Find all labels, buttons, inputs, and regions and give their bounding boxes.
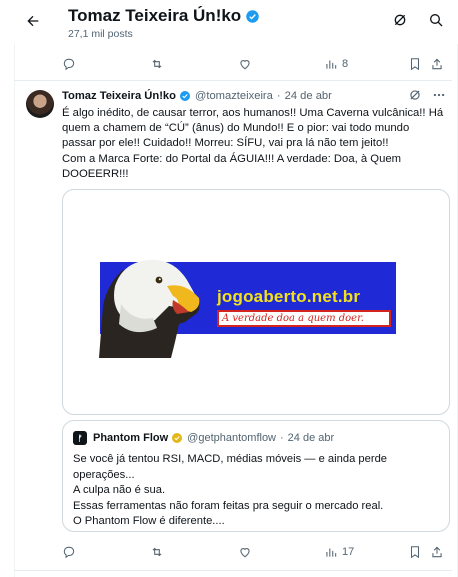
tweet-header: Tomaz Teixeira Ún!ko @tomazteixeira · 24… [62,90,332,102]
verified-badge-icon [246,9,259,23]
tweet-date[interactable]: 24 de abr [285,90,332,102]
retweet-icon [152,59,162,69]
reply-icon [63,546,75,559]
reply-icon [63,58,75,71]
tweet-text-line: Com a Marca Forte: do Portal da ÁGUIA!!!… [62,152,402,165]
meta-separator: · [276,90,281,102]
views-count: 8 [342,58,349,70]
tweet-image[interactable]: jogoaberto.net.br A verdade doa a quem d… [62,189,450,415]
grok-icon[interactable] [408,88,422,107]
tweet-text: É algo inédito, de causar terror, aos hu… [62,106,452,182]
reply-button[interactable] [62,57,150,71]
views-button[interactable]: 8 [324,57,408,71]
share-icon [432,58,442,70]
phantom-flow-logo-icon: ᚠ [73,431,87,445]
site-url-text: jogoaberto.net.br [217,287,361,306]
quoted-text-line: operações... [73,468,135,481]
tweet-text-line: DOOEERR!!! [62,167,129,180]
header-title: Tomaz Teixeira Ún!ko [68,6,260,26]
bookmark-button[interactable] [408,545,430,559]
avatar[interactable] [26,90,54,118]
gold-verified-badge-icon [172,433,183,443]
reply-button[interactable] [62,545,150,559]
quoted-tweet[interactable]: ᚠ Phantom Flow @getphantomflow · 24 de a… [62,420,450,532]
previous-tweet-actions: 8 [62,54,452,74]
search-icon[interactable] [426,10,446,30]
views-count: 17 [342,546,355,558]
tweet-text-line: passar por ele!! Cuidado!! Morreu: SÍFU,… [62,137,389,150]
like-icon [240,60,250,70]
like-button[interactable] [238,545,324,559]
views-button[interactable]: 17 [324,545,408,559]
eagle-logo [99,259,200,358]
quoted-author-name: Phantom Flow [93,432,169,444]
header-name: Tomaz Teixeira Ún!ko [68,6,242,25]
quoted-tweet-header: ᚠ Phantom Flow @getphantomflow · 24 de a… [73,431,334,445]
author-handle[interactable]: @tomazteixeira [195,90,273,102]
retweet-icon [152,547,162,557]
bookmark-button[interactable] [408,57,430,71]
tweet-text-line: quem a chamem de “CÚ” (ânus) do Mundo!! … [62,122,410,135]
quoted-text-line: O Phantom Flow é diferente.... [73,515,225,527]
retweet-button[interactable] [150,57,238,71]
more-icon[interactable] [432,88,446,107]
share-icon [432,546,442,558]
post-count: 27,1 mil posts [68,28,133,40]
tweet-divider [14,80,452,81]
quoted-author-handle: @getphantomflow [187,432,276,444]
quoted-text-line: A culpa não é sua. [73,484,166,496]
quoted-date: 24 de abr [287,432,335,444]
tweet-actions: 17 [62,542,452,562]
like-button[interactable] [238,57,324,71]
profile-header: Tomaz Teixeira Ún!ko 27,1 mil posts [0,0,458,44]
author-name[interactable]: Tomaz Teixeira Ún!ko [62,90,176,102]
like-icon [240,548,250,558]
views-icon [326,60,337,69]
image-canvas: jogoaberto.net.br A verdade doa a quem d… [71,198,443,408]
verified-badge-icon [179,91,190,101]
bookmark-icon [410,58,420,71]
quoted-text-line: Se você já tentou RSI, MACD, médias móve… [73,453,388,465]
back-arrow-icon[interactable] [22,10,44,32]
grok-icon[interactable] [390,10,410,30]
share-button[interactable] [430,545,450,559]
bookmark-icon [410,546,420,559]
share-button[interactable] [430,57,450,71]
quoted-text-line: Essas ferramentas não foram feitas pra s… [73,499,384,512]
column-border-left [14,0,15,577]
tweet-text-line: É algo inédito, de causar terror, aos hu… [62,107,444,119]
views-icon [326,548,337,557]
slogan-text: A verdade doa a quem doer. [217,310,391,327]
quoted-text: Se você já tentou RSI, MACD, médias móve… [73,452,439,530]
tweet-divider [14,570,452,571]
retweet-button[interactable] [150,545,238,559]
meta-separator: · [280,432,284,444]
